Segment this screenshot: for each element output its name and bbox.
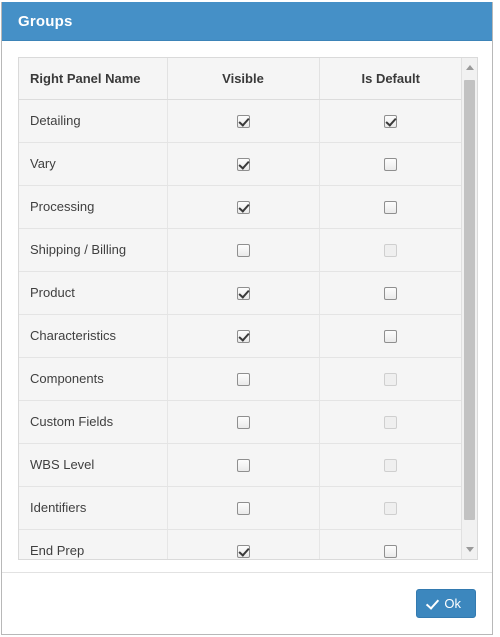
cell-is-default (319, 142, 461, 186)
check-icon (426, 595, 440, 610)
visible-checkbox[interactable] (236, 287, 250, 301)
ok-button-label: Ok (444, 596, 461, 611)
cell-is-default (319, 185, 461, 229)
cell-is-default (319, 529, 461, 559)
cell-is-default (319, 357, 461, 401)
cell-right-panel-name: Characteristics (19, 314, 168, 358)
cell-right-panel-name: Shipping / Billing (19, 228, 168, 272)
modal-title: Groups (18, 12, 73, 30)
table-row: WBS Level (19, 443, 461, 487)
is-default-checkbox[interactable] (384, 330, 398, 344)
visible-checkbox[interactable] (236, 330, 250, 344)
groups-modal: Groups Right Panel Name Visible Is Defau… (1, 2, 493, 635)
groups-table: Right Panel Name Visible Is Default Deta… (19, 58, 461, 559)
visible-checkbox[interactable] (236, 502, 250, 516)
table-row: Processing (19, 185, 461, 229)
is-default-checkbox[interactable] (384, 115, 398, 129)
cell-visible (167, 185, 320, 229)
modal-body: Right Panel Name Visible Is Default Deta… (2, 41, 492, 572)
is-default-checkbox (384, 502, 398, 516)
table-row: Custom Fields (19, 400, 461, 444)
is-default-checkbox[interactable] (384, 201, 398, 215)
is-default-checkbox (384, 459, 398, 473)
scroll-down-button[interactable] (462, 541, 477, 558)
visible-checkbox[interactable] (236, 373, 250, 387)
visible-checkbox[interactable] (236, 115, 250, 129)
cell-right-panel-name: Identifiers (19, 486, 168, 530)
cell-visible (167, 443, 320, 487)
cell-is-default (319, 486, 461, 530)
visible-checkbox[interactable] (236, 158, 250, 172)
cell-is-default (319, 443, 461, 487)
table-row: Product (19, 271, 461, 315)
cell-visible (167, 486, 320, 530)
column-header-visible: Visible (167, 58, 320, 100)
visible-checkbox[interactable] (236, 416, 250, 430)
groups-table-body: Detailing Vary Processing Shipping / Billin… (19, 99, 461, 559)
ok-button[interactable]: Ok (416, 589, 476, 618)
cell-visible (167, 314, 320, 358)
cell-right-panel-name: WBS Level (19, 443, 168, 487)
cell-right-panel-name: End Prep (19, 529, 168, 559)
cell-right-panel-name: Processing (19, 185, 168, 229)
cell-right-panel-name: Detailing (19, 99, 168, 143)
caret-up-icon (465, 65, 474, 70)
is-default-checkbox[interactable] (384, 545, 398, 559)
table-row: Components (19, 357, 461, 401)
is-default-checkbox (384, 416, 398, 430)
cell-is-default (319, 99, 461, 143)
visible-checkbox[interactable] (236, 244, 250, 258)
visible-checkbox[interactable] (236, 201, 250, 215)
table-row: Vary (19, 142, 461, 186)
table-row: Shipping / Billing (19, 228, 461, 272)
cell-right-panel-name: Custom Fields (19, 400, 168, 444)
cell-right-panel-name: Vary (19, 142, 168, 186)
is-default-checkbox (384, 373, 398, 387)
cell-is-default (319, 228, 461, 272)
cell-is-default (319, 271, 461, 315)
cell-is-default (319, 400, 461, 444)
table-row: Identifiers (19, 486, 461, 530)
groups-grid-scroll-area: Right Panel Name Visible Is Default Deta… (19, 58, 461, 559)
caret-down-icon (465, 547, 474, 552)
is-default-checkbox[interactable] (384, 287, 398, 301)
cell-right-panel-name: Product (19, 271, 168, 315)
cell-visible (167, 357, 320, 401)
groups-grid-container: Right Panel Name Visible Is Default Deta… (18, 57, 478, 560)
table-header-row: Right Panel Name Visible Is Default (19, 58, 461, 100)
is-default-checkbox[interactable] (384, 158, 398, 172)
grid-vertical-scrollbar[interactable] (461, 58, 477, 559)
cell-visible (167, 400, 320, 444)
table-row: End Prep (19, 529, 461, 559)
modal-header: Groups (2, 2, 492, 41)
is-default-checkbox (384, 244, 398, 258)
modal-footer: Ok (2, 572, 492, 634)
table-row: Characteristics (19, 314, 461, 358)
scrollbar-thumb[interactable] (464, 80, 475, 520)
cell-is-default (319, 314, 461, 358)
column-header-is-default: Is Default (319, 58, 461, 100)
cell-visible (167, 142, 320, 186)
cell-visible (167, 529, 320, 559)
cell-visible (167, 271, 320, 315)
visible-checkbox[interactable] (236, 459, 250, 473)
cell-visible (167, 228, 320, 272)
cell-right-panel-name: Components (19, 357, 168, 401)
visible-checkbox[interactable] (236, 545, 250, 559)
column-header-right-panel-name: Right Panel Name (19, 58, 168, 100)
scroll-up-button[interactable] (462, 59, 477, 76)
table-row: Detailing (19, 99, 461, 143)
cell-visible (167, 99, 320, 143)
